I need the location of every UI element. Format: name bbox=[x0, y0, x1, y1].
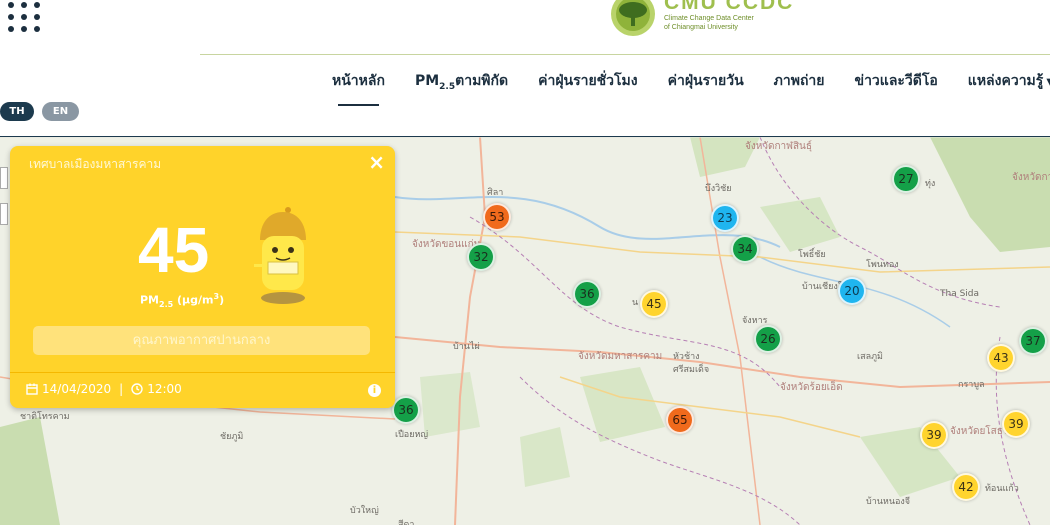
pm-marker[interactable]: 45 bbox=[640, 290, 668, 318]
pm-marker[interactable]: 42 bbox=[952, 473, 980, 501]
nav-photos[interactable]: ภาพถ่าย bbox=[774, 70, 825, 92]
pm-unit: PM2.5 (μg/m3) bbox=[140, 292, 224, 309]
map-label: ศรีสมเด็จ bbox=[673, 365, 710, 375]
nav-news-video[interactable]: ข่าวและวีดีโอ bbox=[855, 70, 938, 92]
map-label: Tha Sida bbox=[940, 289, 980, 299]
nav-pm-location-label: ตามพิกัด bbox=[455, 73, 509, 89]
nav-hourly-dust[interactable]: ค่าฝุ่นรายชั่วโมง bbox=[538, 70, 638, 92]
map-label: บัวใหญ่ bbox=[350, 506, 379, 516]
station-name: เทศบาลเมืองมหาสารคาม bbox=[29, 157, 162, 171]
pm-marker[interactable]: 43 bbox=[987, 344, 1015, 372]
pm-marker[interactable]: 32 bbox=[467, 243, 495, 271]
map-label: โพนทอง bbox=[866, 260, 899, 270]
air-quality-status: คุณภาพอากาศปานกลาง bbox=[33, 326, 370, 355]
pm-marker[interactable]: 37 bbox=[1019, 327, 1047, 355]
nav-pm-subscript: 2.5 bbox=[439, 81, 456, 92]
pm-marker[interactable]: 26 bbox=[754, 325, 782, 353]
pm-marker[interactable]: 36 bbox=[392, 396, 420, 424]
station-popup: เทศบาลเมืองมหาสารคาม × 45 PM2.5 (μg/m3) … bbox=[10, 146, 395, 408]
tree-logo-icon bbox=[611, 0, 655, 36]
map-label: เสลภูมิ bbox=[857, 352, 883, 362]
map-label: จังหวัดมหาสารคาม bbox=[578, 351, 663, 362]
pm-marker[interactable]: 39 bbox=[1002, 410, 1030, 438]
lang-en-button[interactable]: EN bbox=[42, 102, 79, 121]
unit-end: ) bbox=[219, 293, 225, 307]
nav-daily-dust[interactable]: ค่าฝุ่นรายวัน bbox=[668, 70, 744, 92]
popup-divider bbox=[10, 372, 395, 373]
lang-th-button[interactable]: TH bbox=[0, 102, 34, 121]
map-label: เปือยหญ่ bbox=[395, 430, 429, 440]
map-label: ทุ่ง bbox=[925, 179, 936, 189]
nav-home[interactable]: หน้าหลัก bbox=[332, 70, 385, 106]
map-label: บ้านหนองจี bbox=[866, 497, 911, 507]
pm-marker[interactable]: 53 bbox=[483, 203, 511, 231]
pm-marker[interactable]: 20 bbox=[838, 277, 866, 305]
map-label: บ้านไผ่ bbox=[453, 342, 480, 352]
map-label: น bbox=[632, 298, 639, 308]
unit-mid: (μg/m bbox=[173, 293, 214, 307]
apps-grid-icon[interactable] bbox=[8, 2, 42, 36]
map-label: จังหวัดยโสธร bbox=[950, 426, 1009, 437]
pm-marker[interactable]: 39 bbox=[920, 421, 948, 449]
reading-time: 12:00 bbox=[147, 382, 182, 396]
site-logo[interactable]: CMU CCDC Climate Change Data Center of C… bbox=[610, 0, 794, 38]
calendar-icon bbox=[26, 383, 38, 395]
pm-marker[interactable]: 34 bbox=[731, 235, 759, 263]
nav-knowledge-label: แหล่งความรู้ bbox=[967, 73, 1044, 89]
logo-text: CMU CCDC Climate Change Data Center of C… bbox=[664, 0, 794, 32]
clock-icon bbox=[131, 383, 143, 395]
nav-knowledge[interactable]: แหล่งความรู้▼ bbox=[968, 70, 1050, 92]
map-label: ชาติโทรคาม bbox=[20, 412, 70, 422]
dust-mascot-icon bbox=[254, 207, 306, 304]
pm-marker[interactable]: 27 bbox=[892, 165, 920, 193]
map-label: จังหวัดกาฬ bbox=[1012, 172, 1050, 183]
logo-subtitle-2: of Chiangmai University bbox=[664, 24, 738, 31]
info-icon[interactable]: i bbox=[368, 384, 381, 397]
map-label: ศิลา bbox=[487, 188, 504, 198]
main-nav: หน้าหลัก PM2.5ตามพิกัด ค่าฝุ่นรายชั่วโมง… bbox=[332, 70, 1050, 106]
map-label: โพธิ์ชัย bbox=[798, 250, 826, 260]
map-label: จังหวัดกาฬสินธุ์ bbox=[745, 141, 812, 152]
map-zoom-out[interactable] bbox=[0, 203, 8, 225]
close-icon[interactable]: × bbox=[368, 150, 385, 174]
pm-marker[interactable]: 65 bbox=[666, 406, 694, 434]
unit-sub: 2.5 bbox=[159, 299, 174, 309]
footer-separator: | bbox=[119, 382, 124, 396]
logo-title: CMU CCDC bbox=[664, 0, 795, 14]
popup-footer: 14/04/2020 | 12:00 bbox=[26, 382, 182, 396]
map-label: บึงวิชัย bbox=[705, 184, 732, 194]
site-header: CMU CCDC Climate Change Data Center of C… bbox=[0, 0, 1050, 136]
caret-down-icon: ▼ bbox=[1046, 77, 1050, 88]
map-label: ท้อนแก้ว bbox=[985, 484, 1019, 494]
map-label: ชัยภูมิ bbox=[220, 432, 244, 442]
map-zoom-in[interactable] bbox=[0, 167, 8, 189]
pm-marker[interactable]: 23 bbox=[711, 204, 739, 232]
reading-date: 14/04/2020 bbox=[42, 382, 112, 396]
unit-prefix: PM bbox=[140, 293, 160, 307]
header-divider bbox=[200, 54, 1050, 55]
map-label: กราบูล bbox=[958, 380, 985, 390]
map-label: หัวช้าง bbox=[673, 352, 700, 362]
nav-pm-label: PM bbox=[414, 73, 440, 89]
nav-pm-by-location[interactable]: PM2.5ตามพิกัด bbox=[415, 70, 508, 92]
logo-subtitle-1: Climate Change Data Center bbox=[664, 15, 754, 22]
map-label: สีดา bbox=[398, 520, 415, 525]
map-label: จังหวัดร้อยเอ็ด bbox=[780, 382, 843, 393]
pm-value: 45 bbox=[138, 214, 210, 286]
pm-marker[interactable]: 36 bbox=[573, 280, 601, 308]
